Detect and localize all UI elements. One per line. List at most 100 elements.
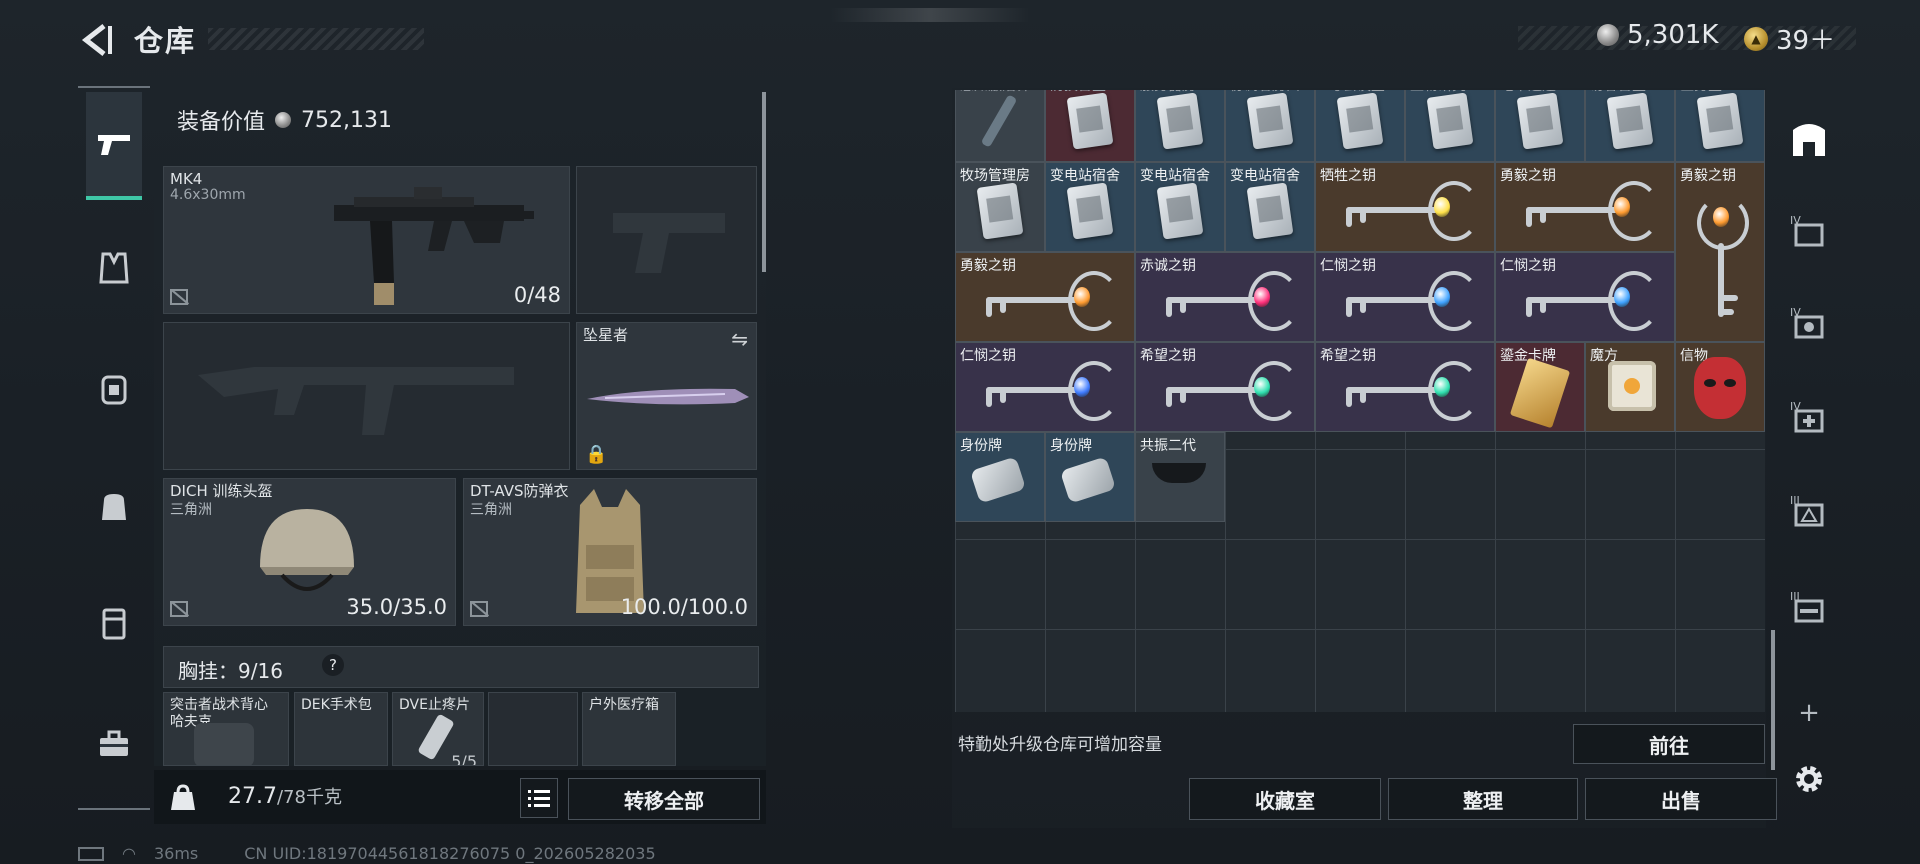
helmet-slot[interactable]: DICH 训练头盔 三角洲 35.0/35.0 (163, 478, 456, 626)
background-streak (830, 8, 1030, 22)
stash-scrollbar[interactable] (1771, 630, 1775, 770)
stash-item[interactable]: 信物 (1675, 342, 1765, 432)
organize-button[interactable]: 整理 (1388, 778, 1578, 820)
lock-icon: 🔒 (585, 444, 608, 465)
stash-item[interactable]: 防技备室 (1045, 90, 1135, 162)
stash-item[interactable]: 勇毅之钥 (1675, 162, 1765, 342)
gold-currency[interactable]: ▲ 39＋ (1744, 20, 1835, 57)
pocket-slot-4[interactable] (488, 692, 578, 766)
stash-tab-3[interactable]: IV (1790, 400, 1828, 438)
stash-tab-1[interactable]: IV (1790, 214, 1828, 252)
stash-item[interactable]: 鎏金卡牌 (1495, 342, 1585, 432)
pocket-item-name: DEK手术包 (301, 697, 372, 713)
nav-armor[interactable] (86, 572, 142, 676)
stash-item[interactable]: 身份牌 (1045, 432, 1135, 522)
stash-item[interactable]: 生物研究 (1405, 90, 1495, 162)
list-icon (528, 790, 550, 807)
stash-item[interactable]: 希望之钥 (1135, 342, 1315, 432)
dog-tag-image (969, 456, 1027, 504)
vest-icon (99, 252, 129, 284)
primary-weapon-slot[interactable]: MK4 4.6x30mm 0/48 (163, 166, 570, 314)
stash-tab-4[interactable]: III (1790, 494, 1828, 532)
helmet-name: DICH 训练头盔 (170, 482, 273, 500)
silver-currency[interactable]: 5,301K (1597, 20, 1718, 50)
armor-brand: 三角洲 (470, 502, 512, 518)
nav-case[interactable] (86, 692, 142, 796)
collection-room-button[interactable]: 收藏室 (1189, 778, 1381, 820)
stash-item[interactable]: 变电站宿舍 (1135, 162, 1225, 252)
weapon-ammo: 0/48 (513, 283, 561, 307)
stash-tab-2[interactable]: IV (1790, 306, 1828, 344)
stash-item[interactable]: 医务室 (1675, 90, 1765, 162)
stash-tab-label: IV (1790, 400, 1801, 413)
stash-item[interactable]: 1号会议室 (1315, 90, 1405, 162)
melee-slot[interactable]: 坠星者 ⇋ 🔒 (576, 322, 757, 470)
keycard-image (1336, 92, 1384, 150)
stash-item-name: 身份牌 (960, 438, 1002, 454)
stash-page-nav: IV IV IV III III + (1780, 94, 1838, 832)
stash-item[interactable]: 牧场管理房 (955, 162, 1045, 252)
stash-item-name: 协调者房西 (1230, 90, 1300, 95)
key-image (956, 343, 1134, 431)
stash-item[interactable]: 仁悯之钥 (1495, 252, 1675, 342)
stash-item[interactable]: 勇毅之钥 (1495, 162, 1675, 252)
back-arrow-icon[interactable] (78, 22, 114, 58)
stash-item[interactable]: 赤诚之钥 (1135, 252, 1315, 342)
stash-item[interactable]: 魔方 (1585, 342, 1675, 432)
equipment-value-label: 装备价值 (177, 110, 266, 135)
goto-button[interactable]: 前往 (1573, 724, 1765, 764)
stash-item[interactable]: 感知激活针 (955, 90, 1045, 162)
stash-item[interactable]: 地下通道 (1495, 90, 1585, 162)
stash-item[interactable]: 仁悯之钥 (955, 342, 1135, 432)
body-armor-slot[interactable]: DT-AVS防弹衣 三角洲 100.0/100.0 (463, 478, 757, 626)
stash-tab-label: IV (1790, 306, 1801, 319)
stash-item[interactable]: 共振二代 (1135, 432, 1225, 522)
settings-button[interactable] (1790, 760, 1828, 798)
pocket-slot-3[interactable]: DVE止疼片 5/5 (392, 692, 484, 766)
stash-item[interactable]: 身份牌 (955, 432, 1045, 522)
key-image (1136, 253, 1314, 341)
stash-tab-5[interactable]: III (1790, 590, 1828, 628)
list-view-button[interactable] (520, 778, 558, 818)
pistol-icon (98, 135, 130, 155)
sell-button[interactable]: 出售 (1585, 778, 1777, 820)
armor-name: DT-AVS防弹衣 (470, 482, 569, 500)
stash-item[interactable]: 访客备室 (1585, 90, 1675, 162)
stash-item[interactable]: 勇毅之钥 (955, 252, 1135, 342)
stash-home-tab[interactable] (1787, 118, 1831, 162)
transfer-all-button[interactable]: 转移全部 (568, 778, 760, 820)
plate-icon (102, 608, 126, 640)
pistol-slot[interactable] (576, 166, 757, 314)
stash-item[interactable]: 服务器房 (1135, 90, 1225, 162)
equipment-scrollbar[interactable] (762, 92, 766, 272)
rifle-silhouette-icon (198, 367, 514, 435)
stash-item[interactable]: 变电站宿舍 (1045, 162, 1135, 252)
gold-amount: 39＋ (1776, 26, 1836, 56)
add-stash-tab-button[interactable]: + (1790, 694, 1828, 732)
nav-weapon[interactable] (86, 92, 142, 200)
toolbox-icon (100, 730, 128, 756)
nav-backpack[interactable] (86, 336, 142, 440)
keycard-image (1606, 92, 1654, 150)
stash-item[interactable]: 协调者房西 (1225, 90, 1315, 162)
injector-image (980, 94, 1018, 148)
stash-item[interactable]: 希望之钥 (1315, 342, 1495, 432)
pocket-slot-5[interactable]: 户外医疗箱 (582, 692, 676, 766)
pocket-slot-2[interactable]: DEK手术包 (294, 692, 388, 766)
equipment-value-amount: 752,131 (301, 107, 392, 133)
stash-grid[interactable]: 感知激活针 防技备室服务器房协调者房西 1号会议室生物研究地下通道访客备室医务室牧场… (955, 90, 1765, 712)
resonator-image (1152, 463, 1206, 483)
pocket-slot-1[interactable]: 突击者战术背心 哈夫克 (163, 692, 289, 766)
chest-rig-label: 胸挂：9/16 (178, 655, 283, 684)
stash-item[interactable]: 变电站宿舍 (1225, 162, 1315, 252)
backpack-item-image (194, 723, 254, 765)
cube-image (1608, 361, 1656, 411)
help-icon[interactable]: ? (322, 654, 344, 676)
nav-bag[interactable] (86, 454, 142, 558)
key-image (1136, 343, 1314, 431)
secondary-weapon-slot[interactable] (163, 322, 570, 470)
nav-chest-rig[interactable] (86, 216, 142, 320)
stash-item[interactable]: 牺牲之钥 (1315, 162, 1495, 252)
stash-item[interactable]: 仁悯之钥 (1315, 252, 1495, 342)
swap-icon[interactable]: ⇋ (731, 327, 748, 351)
